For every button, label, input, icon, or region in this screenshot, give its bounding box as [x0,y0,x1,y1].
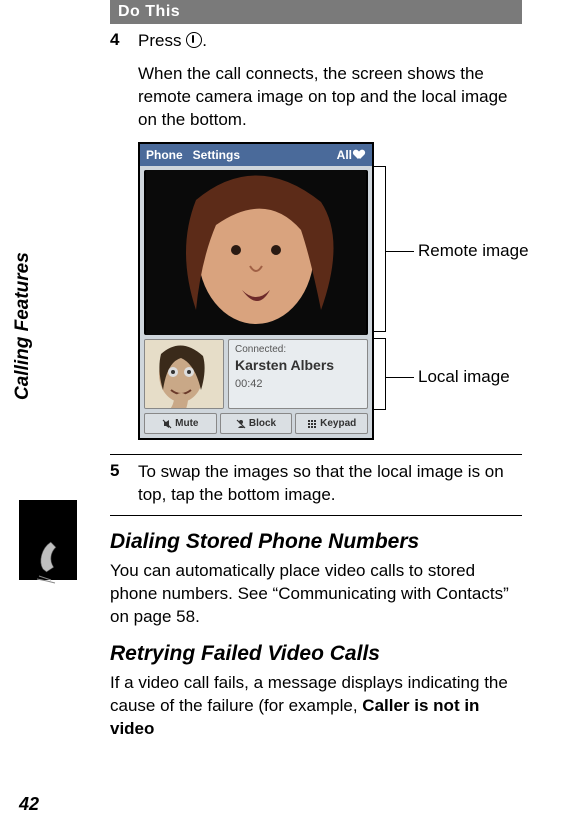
keypad-icon [307,419,317,429]
callout-area: Remote image Local image [374,142,522,442]
softkey-label: Keypad [320,417,356,431]
menu-settings: Settings [193,147,337,163]
section-body: If a video call fails, a message display… [110,672,522,741]
step-description: When the call connects, the screen shows… [138,63,522,132]
step-number: 5 [110,461,138,507]
softkey-bar: Mute Block Keypad [144,413,368,435]
section-heading: Dialing Stored Phone Numbers [110,530,522,554]
menu-all: All [337,147,366,163]
do-this-header: Do This [110,0,522,24]
menu-phone: Phone [146,147,183,163]
remote-bracket [373,166,386,332]
callout-label: Remote image [414,240,529,263]
phone-menubar: Phone Settings All [140,144,372,166]
mute-icon [162,419,172,429]
phone-receiver-icon [33,536,83,586]
step-body: To swap the images so that the local ima… [138,461,522,507]
chapter-icon-block [19,500,77,580]
step-row: 5 To swap the images so that the local i… [110,455,522,516]
local-face-illustration [145,340,223,408]
step-row: 4 Press . When the call connects, the sc… [110,24,522,455]
contact-name: Karsten Albers [235,356,361,375]
section-body: You can automatically place video calls … [110,560,522,629]
main-content: Do This 4 Press . When the call connects… [0,0,582,741]
connected-label: Connected: [235,343,361,357]
remote-image-pane [144,170,368,335]
power-key-icon [186,32,202,48]
screenshot-with-callouts: Phone Settings All [138,142,522,442]
callout-line [386,377,414,378]
call-info: Connected: Karsten Albers 00:42 [228,339,368,409]
text: All [337,147,352,163]
page-number: 42 [19,794,39,815]
step-instruction: Press . [138,30,522,53]
remote-callout: Remote image [386,240,529,263]
chapter-tab: Calling Features [12,252,34,400]
local-row: Connected: Karsten Albers 00:42 [144,339,368,409]
local-callout: Local image [386,366,510,389]
block-icon [236,419,246,429]
local-image-thumb [144,339,224,409]
softkey-block: Block [220,413,293,435]
callout-label: Local image [414,366,510,389]
softkey-keypad: Keypad [295,413,368,435]
call-time: 00:42 [235,377,361,392]
callout-line [386,251,414,252]
text: . [202,31,207,50]
softkey-label: Block [249,417,276,431]
text: Press [138,31,186,50]
step-description: To swap the images so that the local ima… [138,461,522,507]
phone-screenshot: Phone Settings All [138,142,374,441]
heart-icon [356,150,366,160]
section-heading: Retrying Failed Video Calls [110,642,522,666]
softkey-label: Mute [175,417,198,431]
step-number: 4 [110,30,138,446]
softkey-mute: Mute [144,413,217,435]
step-body: Press . When the call connects, the scre… [138,30,522,446]
remote-face-illustration [144,170,368,335]
local-bracket [373,338,386,410]
